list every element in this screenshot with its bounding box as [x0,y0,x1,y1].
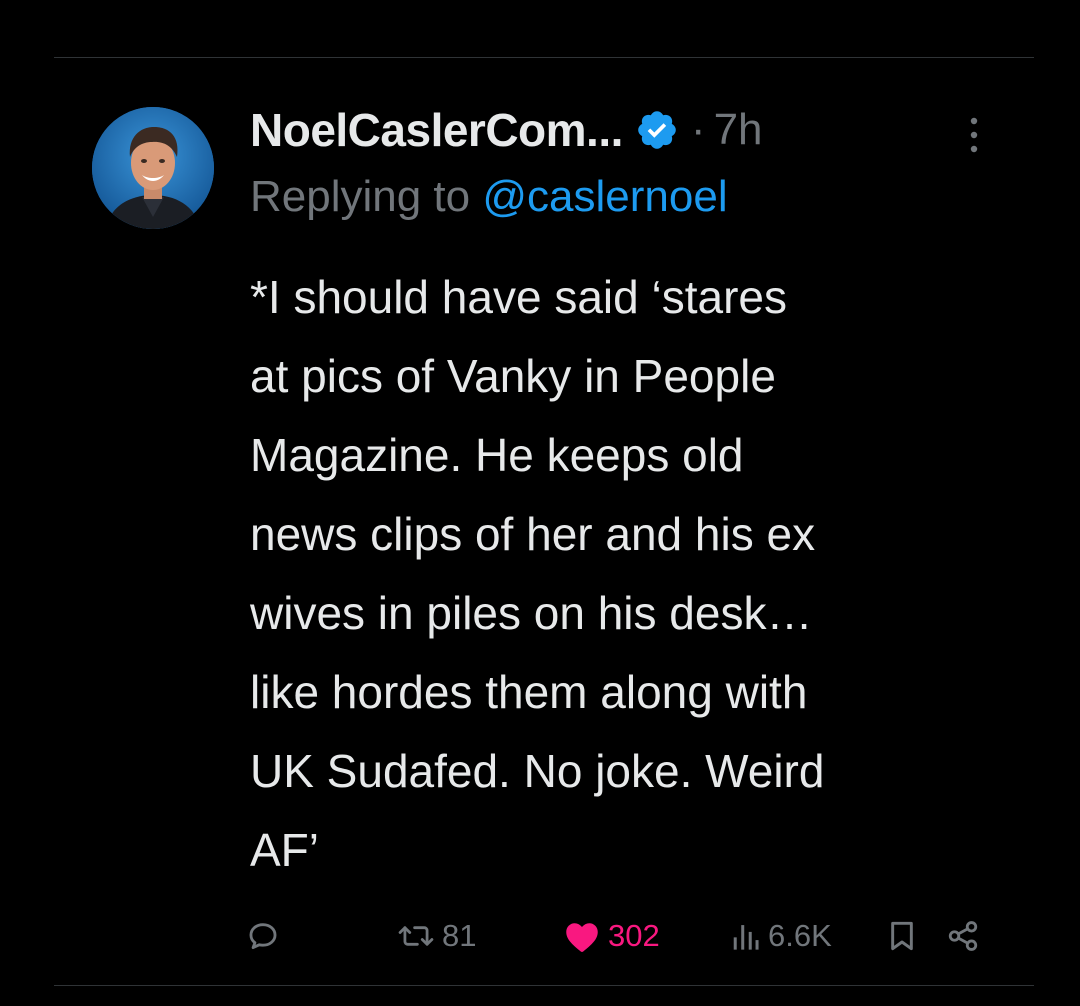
retweet-icon [398,919,434,953]
action-bar: 81 302 6.6K [0,910,1080,962]
views-count: 6.6K [768,918,832,953]
bookmark-button[interactable] [888,910,916,962]
verified-badge-icon [635,108,679,152]
tweet-header: NoelCaslerCom... · 7h [250,100,763,160]
like-count: 302 [608,918,660,953]
timestamp[interactable]: 7h [714,105,763,155]
separator-dot: · [690,105,706,154]
tweet-text-line: *I should have said ‘stares [250,271,787,323]
more-icon[interactable] [966,115,982,155]
bookmark-icon [888,920,916,952]
reply-icon [246,919,280,953]
views-icon [732,921,760,951]
tweet-text-line: AF’ [250,824,319,876]
bottom-divider [54,985,1034,986]
reply-handle-link[interactable]: @caslernoel [482,172,727,221]
display-name[interactable]: NoelCaslerCom... [250,103,623,157]
share-icon [946,919,980,953]
tweet-text-line: UK Sudafed. No joke. Weird [250,745,825,797]
tweet-text-line: wives in piles on his desk… [250,587,813,639]
retweet-button[interactable]: 81 [398,910,476,962]
share-button[interactable] [946,910,980,962]
tweet-text-line: Magazine. He keeps old [250,429,744,481]
retweet-count: 81 [442,918,477,953]
like-button[interactable]: 302 [564,910,660,962]
tweet-text-line: at pics of Vanky in People [250,350,776,402]
reply-button[interactable] [246,910,280,962]
replying-to-label: Replying to [250,172,471,221]
views-button[interactable]: 6.6K [732,910,832,962]
tweet: NoelCaslerCom... · 7h Replying to @casle… [0,0,1080,1006]
heart-icon [564,919,600,953]
tweet-text: *I should have said ‘stares at pics of V… [250,258,1010,890]
replying-to: Replying to @caslernoel [250,172,728,222]
tweet-text-line: like hordes them along with [250,666,808,718]
tweet-text-line: news clips of her and his ex [250,508,816,560]
avatar[interactable] [92,107,214,229]
